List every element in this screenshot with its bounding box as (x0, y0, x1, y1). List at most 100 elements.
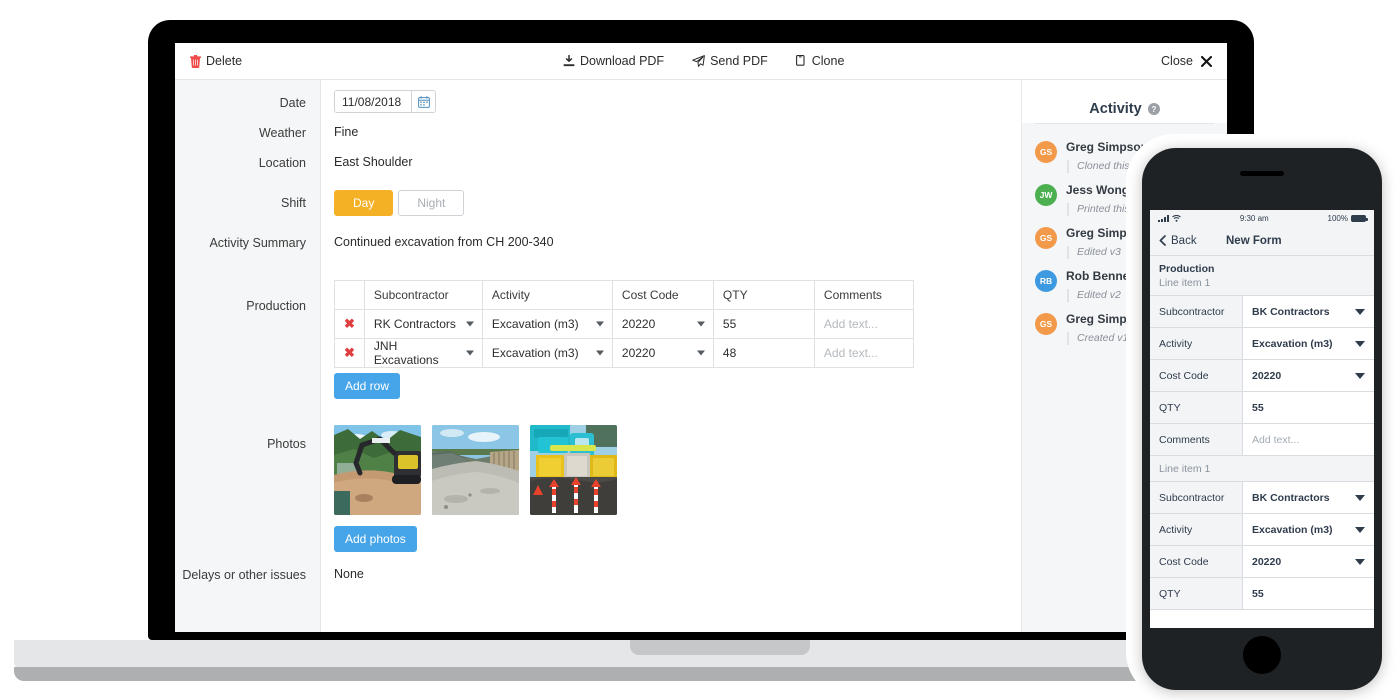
th-cost-code: Cost Code (611, 280, 714, 310)
photos-wrap (334, 425, 617, 515)
cell-activity[interactable]: Excavation (m3) (481, 309, 613, 339)
chevron-down-icon (1355, 340, 1365, 347)
cell-cost-code[interactable]: 20220 (611, 309, 714, 339)
download-pdf-button[interactable]: Download PDF (563, 54, 664, 68)
chevron-down-icon (1355, 526, 1365, 533)
shift-toggle: Day Night (334, 190, 465, 216)
phone-section-title: Production (1159, 263, 1215, 275)
add-photos-button[interactable]: Add photos (334, 526, 417, 552)
delays-value: None (334, 567, 364, 581)
cell-subcontractor[interactable]: JNH Excavations (363, 338, 483, 368)
phone-field-qty-2[interactable]: QTY 55 (1150, 578, 1374, 610)
phone-field-value[interactable]: BK Contractors (1243, 482, 1374, 513)
phone-field-label: QTY (1150, 578, 1243, 609)
activity-header: Activity ? (1022, 80, 1227, 123)
cell-comments-placeholder: Add text... (823, 317, 878, 331)
phone-field-value[interactable]: BK Contractors (1243, 296, 1374, 327)
send-pdf-button[interactable]: Send PDF (692, 54, 768, 68)
phone-back-label: Back (1171, 234, 1197, 247)
phone-field-value[interactable]: Excavation (m3) (1243, 514, 1374, 545)
cell-subcontractor-value: RK Contractors (373, 317, 456, 331)
phone-field-cost-code[interactable]: Cost Code 20220 (1150, 360, 1374, 392)
table-row: ✖ JNH Excavations Excavation (m3) 20220 … (334, 338, 914, 368)
clone-button[interactable]: Clone (795, 54, 845, 68)
chevron-down-icon (696, 321, 705, 327)
laptop-screen: Delete Download PDF Send PDF Clone Close… (175, 43, 1227, 632)
send-pdf-label: Send PDF (710, 54, 768, 68)
chevron-left-icon (1159, 235, 1166, 246)
clone-label: Clone (811, 54, 845, 68)
phone-field-value[interactable]: 20220 (1243, 360, 1374, 391)
phone-field-value[interactable]: 20220 (1243, 546, 1374, 577)
copy-icon (795, 55, 807, 67)
avatar: JW (1035, 184, 1057, 206)
help-icon[interactable]: ? (1147, 103, 1160, 115)
shift-day-button[interactable]: Day (334, 190, 394, 216)
phone-field-comments[interactable]: Comments Add text... (1150, 424, 1374, 456)
battery-percent-label: 100% (1327, 213, 1348, 223)
phone-home-button[interactable] (1243, 636, 1281, 674)
remove-row-button[interactable]: ✖ (334, 338, 365, 368)
phone-field-label: Subcontractor (1150, 296, 1243, 327)
cell-cost-code-value: 20220 (621, 317, 656, 331)
phone-field-subcontractor-2[interactable]: Subcontractor BK Contractors (1150, 482, 1374, 514)
label-photos: Photos (267, 437, 306, 451)
phone-field-cost-code-2[interactable]: Cost Code 20220 (1150, 546, 1374, 578)
phone-field-label: Activity (1150, 514, 1243, 545)
phone-field-value-text: BK Contractors (1252, 305, 1330, 318)
phone-field-value[interactable]: Excavation (m3) (1243, 328, 1374, 359)
cell-comments[interactable]: Add text... (813, 338, 914, 368)
download-pdf-label: Download PDF (580, 54, 665, 68)
th-activity: Activity (481, 280, 613, 310)
phone-status-time: 9:30 am (1239, 213, 1269, 223)
photo-thumbnail[interactable] (530, 425, 617, 515)
cell-comments[interactable]: Add text... (813, 309, 914, 339)
cell-cost-code[interactable]: 20220 (611, 338, 714, 368)
phone-field-value[interactable]: 55 (1243, 578, 1374, 609)
phone-field-value[interactable]: Add text... (1243, 424, 1374, 455)
photo-thumbnail[interactable] (432, 425, 519, 515)
phone-field-activity-2[interactable]: Activity Excavation (m3) (1150, 514, 1374, 546)
phone-field-label: Cost Code (1150, 546, 1243, 577)
form-toolbar: Delete Download PDF Send PDF Clone Close (175, 43, 1227, 80)
phone-status-bar: 9:30 am 100% (1150, 210, 1374, 226)
date-input-group[interactable] (334, 90, 436, 113)
th-actions (334, 280, 365, 310)
cell-activity[interactable]: Excavation (m3) (481, 338, 613, 368)
paper-plane-icon (692, 55, 705, 67)
download-icon (563, 55, 575, 67)
date-input[interactable] (335, 91, 411, 112)
add-row-button[interactable]: Add row (334, 373, 401, 399)
phone-field-value[interactable]: 55 (1243, 392, 1374, 423)
phone-field-qty[interactable]: QTY 55 (1150, 392, 1374, 424)
close-button[interactable]: Close (1161, 54, 1212, 68)
wifi-icon (1172, 214, 1181, 222)
phone-field-subcontractor[interactable]: Subcontractor BK Contractors (1150, 296, 1374, 328)
cell-qty[interactable]: 55 (712, 309, 815, 339)
remove-row-button[interactable]: ✖ (334, 309, 365, 339)
phone-field-value-text: BK Contractors (1252, 491, 1330, 504)
phone-back-button[interactable]: Back (1159, 235, 1197, 247)
delete-button[interactable]: Delete (190, 54, 242, 68)
label-date: Date (279, 96, 306, 110)
activity-title: Activity (1089, 101, 1142, 117)
laptop-notch (630, 640, 810, 655)
shift-night-button[interactable]: Night (398, 190, 465, 216)
cell-qty[interactable]: 48 (712, 338, 815, 368)
close-label: Close (1161, 54, 1193, 68)
chevron-down-icon (696, 350, 705, 356)
chevron-down-icon (465, 350, 474, 356)
cell-subcontractor[interactable]: RK Contractors (363, 309, 483, 339)
label-delays: Delays or other issues (182, 568, 306, 582)
label-location: Location (258, 156, 306, 170)
signal-icon (1158, 214, 1169, 222)
photo-thumbnail[interactable] (334, 425, 421, 515)
photo-list (334, 425, 617, 515)
production-table: Subcontractor Activity Cost Code QTY Com… (334, 280, 914, 368)
avatar: GS (1035, 227, 1057, 249)
trash-icon (190, 54, 201, 68)
calendar-icon[interactable] (411, 91, 435, 112)
cell-qty-value: 48 (722, 346, 737, 360)
phone-field-activity[interactable]: Activity Excavation (m3) (1150, 328, 1374, 360)
chevron-down-icon (1355, 372, 1365, 379)
